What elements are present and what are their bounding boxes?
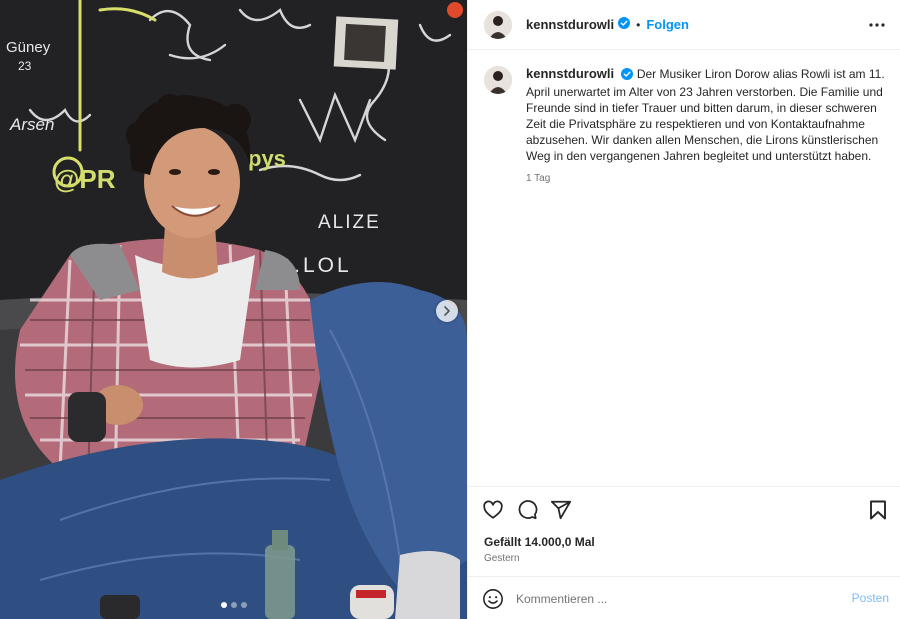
graffiti-text-1: Güney	[6, 39, 51, 56]
post-photo[interactable]: Güney 23 Arsen ALIZE D.LOL @PR pys	[0, 0, 467, 619]
comment-icon	[518, 500, 538, 520]
bookmark-icon	[870, 500, 886, 520]
chevron-right-icon	[444, 306, 450, 316]
comment-button[interactable]	[516, 499, 538, 521]
caption-avatar[interactable]	[484, 66, 512, 94]
post-date: Gestern	[484, 553, 520, 564]
post-header: kennstdurowli • Folgen	[468, 0, 900, 50]
graffiti-text-6: Arsen	[9, 115, 54, 134]
post-details-panel: kennstdurowli • Folgen kennstdurowli Der…	[467, 0, 900, 619]
emoji-icon	[483, 589, 503, 609]
save-button[interactable]	[867, 499, 889, 521]
emoji-button[interactable]	[482, 588, 504, 610]
graffiti-text-2: 23	[18, 59, 32, 73]
graffiti-text-7: pys	[248, 146, 286, 171]
more-options-button[interactable]	[867, 16, 887, 34]
more-options-icon	[869, 23, 885, 27]
caption-body: kennstdurowli Der Musiker Liron Dorow al…	[526, 66, 889, 187]
username-link[interactable]: kennstdurowli	[526, 17, 614, 32]
share-button[interactable]	[550, 499, 572, 521]
post-caption: kennstdurowli Der Musiker Liron Dorow al…	[484, 66, 889, 187]
graffiti-text-3: @PR	[54, 164, 116, 194]
post-actions-section: Gefällt 14.000,0 Mal Gestern	[468, 486, 900, 564]
caption-username-link[interactable]: kennstdurowli	[526, 66, 614, 81]
header-separator: •	[636, 17, 641, 32]
carousel-dot	[230, 602, 237, 608]
follow-button[interactable]: Folgen	[646, 17, 689, 32]
carousel-dot	[220, 602, 227, 608]
verified-badge-icon	[618, 16, 631, 34]
comment-input[interactable]	[516, 587, 836, 611]
carousel-dot	[240, 602, 247, 608]
carousel-next-button[interactable]	[436, 300, 458, 322]
avatar[interactable]	[484, 10, 512, 39]
graffiti-text-4: ALIZE	[318, 212, 381, 233]
action-bar	[482, 499, 572, 521]
caption-text: Der Musiker Liron Dorow alias Rowli ist …	[526, 67, 885, 163]
post-comment-button[interactable]: Posten	[852, 591, 889, 605]
share-icon	[550, 500, 572, 520]
heart-icon	[483, 500, 503, 519]
likes-count[interactable]: Gefällt 14.000,0 Mal	[484, 535, 595, 549]
comment-bar: Posten	[468, 576, 900, 619]
post-image: Güney 23 Arsen ALIZE D.LOL @PR pys	[0, 0, 467, 619]
verified-badge-icon	[621, 68, 634, 84]
carousel-dots	[0, 602, 467, 608]
caption-timestamp[interactable]: 1 Tag	[526, 171, 889, 187]
like-button[interactable]	[482, 499, 504, 521]
